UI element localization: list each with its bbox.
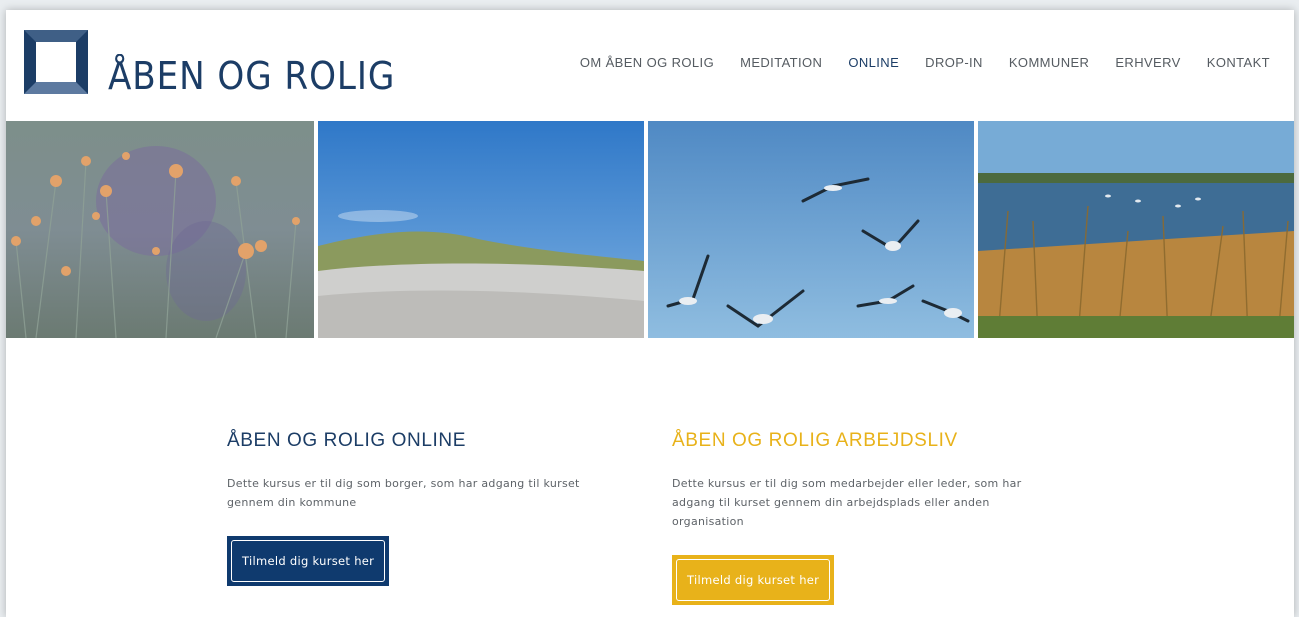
online-course-title: ÅBEN OG ROLIG ONLINE [227,430,466,451]
nav-item-om-aben-og-rolig[interactable]: OM ÅBEN OG ROLIG [580,55,714,70]
brand-name[interactable]: ÅBEN OG ROLIG [108,56,395,96]
work-course-title: ÅBEN OG ROLIG ARBEJDSLIV [672,430,958,451]
nav-item-drop-in[interactable]: DROP-IN [925,55,983,70]
lake-reeds-photo [978,121,1294,338]
nav-item-meditation[interactable]: MEDITATION [740,55,822,70]
page: ÅBEN OG ROLIG OM ÅBEN OG ROLIG MEDITATIO… [6,10,1294,617]
online-signup-button[interactable]: Tilmeld dig kurset her [227,536,390,586]
work-course-card: ÅBEN OG ROLIG ARBEJDSLIV Dette kursus er… [672,430,1052,605]
hero-banner [6,121,1294,338]
main-nav: OM ÅBEN OG ROLIG MEDITATION ONLINE DROP-… [554,55,1270,70]
work-signup-button[interactable]: Tilmeld dig kurset her [672,555,835,605]
online-signup-label: Tilmeld dig kurset her [231,540,386,582]
nav-item-online[interactable]: ONLINE [848,55,899,70]
dunes-photo [318,121,644,338]
nav-item-kommuner[interactable]: KOMMUNER [1009,55,1089,70]
seagulls-photo [648,121,974,338]
work-signup-label: Tilmeld dig kurset her [676,559,831,601]
nav-item-erhverv[interactable]: ERHVERV [1115,55,1180,70]
online-course-text: Dette kursus er til dig som borger, som … [227,477,580,509]
nav-item-kontakt[interactable]: KONTAKT [1207,55,1270,70]
flowers-photo [6,121,314,338]
work-course-text: Dette kursus er til dig som medarbejder … [672,477,1022,528]
online-course-card: ÅBEN OG ROLIG ONLINE Dette kursus er til… [227,430,627,586]
logo-icon[interactable] [24,30,88,94]
